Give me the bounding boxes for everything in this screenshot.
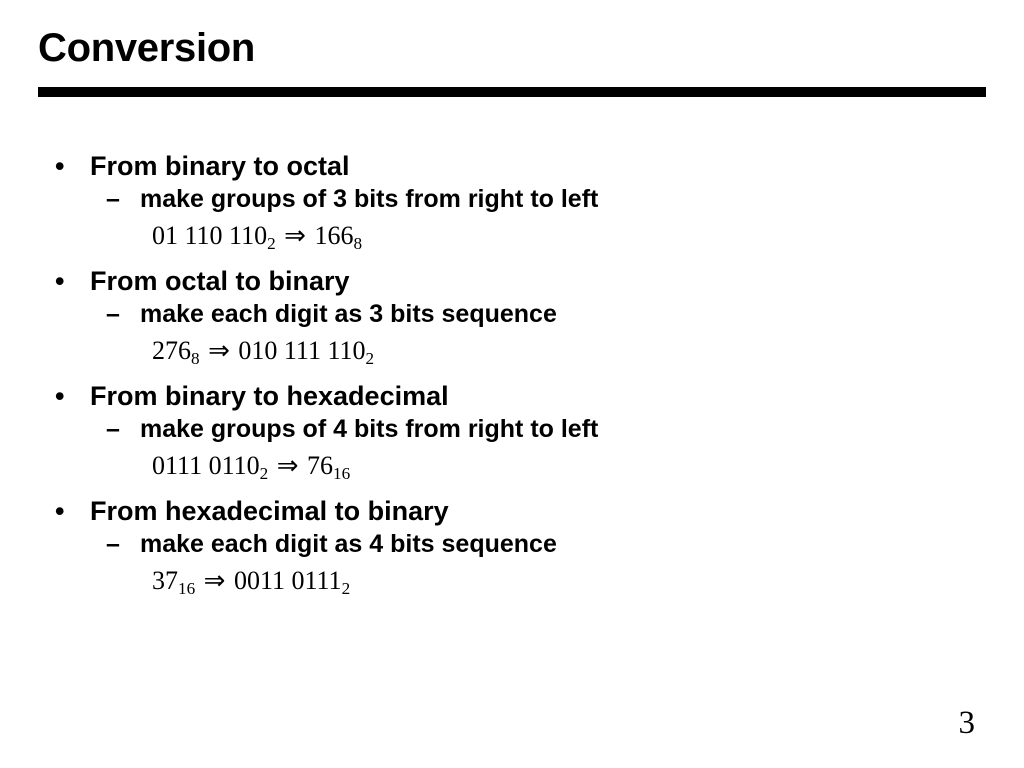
sub-bullet-item: – make each digit as 3 bits sequence — [0, 299, 1024, 336]
sub-bullet-label: make each digit as 3 bits sequence — [140, 300, 557, 328]
formula-left-value: 37 — [152, 566, 178, 595]
sub-bullet-label: make groups of 4 bits from right to left — [140, 415, 599, 443]
bullet-item: • From binary to octal — [0, 150, 1024, 184]
implies-arrow-icon: ⇒ — [208, 336, 230, 365]
formula-right-value: 0011 0111 — [233, 566, 342, 595]
sub-bullet-label: make groups of 3 bits from right to left — [140, 185, 599, 213]
formula-left-value: 0111 0110 — [152, 451, 260, 480]
formula-right-base: 8 — [353, 233, 363, 253]
formula-left-base: 2 — [267, 233, 276, 253]
page-number: 3 — [958, 705, 976, 741]
bullet-item: • From octal to binary — [0, 265, 1024, 299]
implies-arrow-icon: ⇒ — [284, 221, 306, 250]
formula-left-base: 2 — [259, 463, 269, 483]
sub-bullet-item: – make each digit as 4 bits sequence — [0, 529, 1024, 566]
bullet-marker-icon: • — [55, 266, 65, 296]
bullet-marker-icon: • — [55, 151, 65, 181]
formula-left-base: 16 — [178, 578, 196, 598]
bullet-label: From octal to binary — [90, 266, 350, 296]
formula-left-base: 8 — [191, 348, 200, 368]
dash-marker-icon: – — [106, 185, 120, 213]
implies-arrow-icon: ⇒ — [276, 451, 299, 480]
implies-arrow-icon: ⇒ — [203, 566, 226, 595]
dash-marker-icon: – — [106, 415, 120, 443]
formula-right-base: 16 — [332, 463, 351, 483]
sub-bullet-item: – make groups of 4 bits from right to le… — [0, 414, 1024, 451]
slide-body: • From binary to octal – make groups of … — [0, 150, 1024, 610]
page-title: Conversion — [38, 26, 256, 70]
formula-right-value: 76 — [306, 451, 333, 480]
formula-line: 0111 01102 ⇒ 7616 — [0, 451, 1024, 495]
formula-right-base: 2 — [341, 578, 351, 598]
sub-bullet-item: – make groups of 3 bits from right to le… — [0, 184, 1024, 221]
content-block: • From hexadecimal to binary – make each… — [0, 495, 1024, 610]
formula-left-value: 276 — [152, 336, 191, 365]
content-block: • From binary to octal – make groups of … — [0, 150, 1024, 265]
bullet-item: • From binary to hexadecimal — [0, 380, 1024, 414]
slide: Conversion • From binary to octal – make… — [0, 0, 1024, 768]
bullet-marker-icon: • — [55, 381, 65, 411]
content-block: • From octal to binary – make each digit… — [0, 265, 1024, 380]
bullet-label: From binary to octal — [90, 151, 350, 181]
bullet-label: From binary to hexadecimal — [90, 381, 449, 411]
formula-line: 2768 ⇒ 010 111 1102 — [0, 336, 1024, 380]
sub-bullet-label: make each digit as 4 bits sequence — [140, 530, 557, 558]
dash-marker-icon: – — [106, 530, 120, 558]
formula-left-value: 01 110 110 — [152, 221, 268, 250]
formula-right-value: 010 111 110 — [238, 336, 366, 365]
bullet-label: From hexadecimal to binary — [90, 496, 449, 526]
content-block: • From binary to hexadecimal – make grou… — [0, 380, 1024, 495]
formula-right-base: 2 — [365, 348, 375, 368]
formula-line: 3716 ⇒ 0011 01112 — [0, 566, 1024, 610]
bullet-item: • From hexadecimal to binary — [0, 495, 1024, 529]
formula-line: 01 110 1102 ⇒ 1668 — [0, 221, 1024, 265]
title-divider — [38, 87, 986, 97]
formula-right-value: 166 — [314, 221, 354, 250]
dash-marker-icon: – — [106, 300, 120, 328]
bullet-marker-icon: • — [55, 496, 65, 526]
